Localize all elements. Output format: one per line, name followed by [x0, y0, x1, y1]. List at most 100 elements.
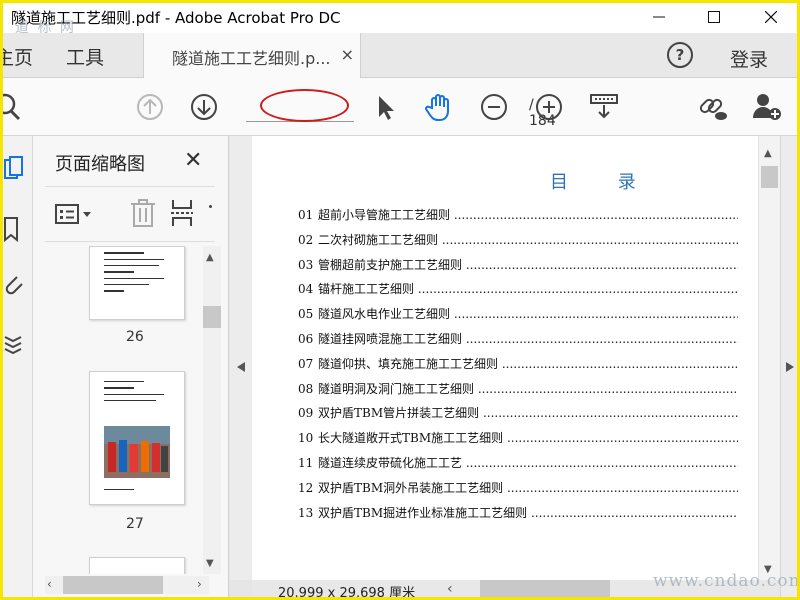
- doc-heading: 目 录: [550, 172, 658, 193]
- toc-item-number: 13: [298, 505, 314, 520]
- toc-item-title: 隧道明洞及洞门施工工艺细则: [318, 381, 475, 396]
- login-button[interactable]: 登录: [730, 45, 768, 72]
- toc-item-title: 双护盾TBM掘进作业标准施工工艺细则: [318, 505, 528, 520]
- doc-scroll-thumb[interactable]: [761, 166, 778, 188]
- toc-item-title: 双护盾TBM管片拼装工艺细则: [318, 406, 480, 421]
- close-window-button[interactable]: [748, 3, 794, 31]
- tab-bar: 主页 工具 隧道施工工艺细则.p... × ? 登录: [3, 33, 797, 78]
- toc-item-number: 04: [298, 282, 314, 297]
- watermark-bottom: www.cndao.com: [653, 571, 800, 591]
- toc-leader-dots: ........................................…: [465, 332, 738, 346]
- maximize-button[interactable]: [691, 3, 737, 31]
- insert-page-icon[interactable]: [169, 198, 199, 228]
- scroll-left-icon[interactable]: ‹: [47, 577, 52, 591]
- bookmarks-icon[interactable]: [3, 216, 27, 242]
- search-icon[interactable]: [0, 91, 25, 123]
- toc-leader-dots: ........................................…: [530, 505, 738, 520]
- more-options-icon[interactable]: [209, 205, 212, 208]
- status-hscroll-thumb[interactable]: [480, 580, 610, 597]
- toc-item[interactable]: 03 管棚超前支护施工工艺细则 .........................…: [298, 256, 738, 273]
- toc-item[interactable]: 10 长大隧道敞开式TBM施工工艺细则 .....................…: [298, 429, 738, 446]
- toc-item-title: 二次衬砌施工工艺细则: [318, 232, 439, 247]
- toc-item-number: 11: [298, 456, 314, 470]
- share-link-icon[interactable]: [696, 91, 728, 123]
- add-user-icon[interactable]: [751, 91, 783, 123]
- toc-item-title: 锚杆施工工艺细则: [318, 282, 415, 297]
- panel-close-icon[interactable]: ✕: [184, 148, 202, 173]
- toc-leader-dots: ........................................…: [465, 456, 738, 470]
- toc-item-number: 12: [298, 480, 314, 495]
- close-icon: [765, 11, 777, 23]
- toc-item[interactable]: 04 锚杆施工工艺细则 .............................…: [298, 280, 738, 297]
- toc-item-number: 10: [298, 431, 314, 446]
- page-thumbnails-icon[interactable]: [3, 156, 27, 182]
- maximize-icon: [708, 11, 720, 23]
- tab-home[interactable]: 主页: [3, 43, 33, 70]
- toc-item-title: 隧道挂网喷混施工工艺细则: [318, 332, 463, 346]
- document-view[interactable]: 目 录 01 超前小导管施工工艺细则 ......................…: [252, 136, 758, 580]
- page-display-icon[interactable]: [588, 91, 620, 123]
- thumbnail-page-27[interactable]: [89, 371, 185, 505]
- thumbnail-number-27: 27: [126, 516, 144, 532]
- attachments-icon[interactable]: [3, 271, 27, 297]
- collapse-right-pane[interactable]: [780, 136, 797, 597]
- minimize-button[interactable]: [636, 3, 682, 31]
- toc-leader-dots: ........................................…: [453, 307, 738, 322]
- toc-item-number: 02: [298, 232, 314, 247]
- thumbnail-hscroll-thumb[interactable]: [63, 576, 163, 594]
- document-tab-label: 隧道施工工艺细则.p...: [172, 49, 331, 68]
- thumbnail-number-26: 26: [126, 329, 144, 345]
- page-size-text: 20.999 x 29.698 厘米: [278, 586, 416, 600]
- zoom-out-icon[interactable]: [478, 91, 510, 123]
- select-cursor-icon[interactable]: [369, 91, 401, 123]
- zoom-in-icon[interactable]: [533, 91, 565, 123]
- toc-item[interactable]: 13 双护盾TBM掘进作业标准施工工艺细则 ...................…: [298, 504, 738, 521]
- toc-item[interactable]: 02 二次衬砌施工工艺细则 ...........................…: [298, 231, 738, 248]
- toc-item-number: 06: [298, 332, 314, 346]
- left-rail: [3, 136, 33, 597]
- thumbnail-scroll-thumb[interactable]: [203, 306, 221, 328]
- toc-leader-dots: ........................................…: [441, 232, 738, 247]
- hand-tool-icon[interactable]: [423, 91, 455, 123]
- prev-page-icon[interactable]: [134, 91, 166, 123]
- close-tab-icon[interactable]: ×: [341, 45, 354, 64]
- panel-toolbar: [45, 186, 215, 242]
- thumbnail-hscrollbar[interactable]: ‹ ›: [45, 576, 209, 594]
- thumbnail-page-28[interactable]: [89, 557, 185, 574]
- tab-tools[interactable]: 工具: [66, 43, 104, 70]
- collapse-left-pane[interactable]: [230, 136, 252, 580]
- scroll-right-icon[interactable]: ›: [197, 577, 202, 591]
- toc-item[interactable]: 05 隧道风水电作业工艺细则 ..........................…: [298, 305, 738, 322]
- toc-item[interactable]: 01 超前小导管施工工艺细则 ..........................…: [298, 206, 738, 223]
- help-icon[interactable]: ?: [667, 42, 693, 68]
- toc-item[interactable]: 12 双护盾TBM洞外吊装施工工艺细则 .....................…: [298, 479, 738, 496]
- toc-item-title: 管棚超前支护施工工艺细则: [318, 257, 463, 272]
- doc-scroll-up-icon[interactable]: ▲: [764, 148, 772, 159]
- toc-item[interactable]: 06 隧道挂网喷混施工工艺细则 .........................…: [298, 330, 738, 347]
- toc-item[interactable]: 08 隧道明洞及洞门施工工艺细则 ........................…: [298, 380, 738, 397]
- toc-item-number: 08: [298, 381, 314, 396]
- chevron-right-icon: [786, 362, 794, 372]
- toc-item-title: 隧道连续皮带硫化施工工艺: [318, 456, 463, 470]
- toolbar: / 184: [3, 78, 797, 136]
- toc-item[interactable]: 09 双护盾TBM管片拼装工艺细则 .......................…: [298, 404, 738, 421]
- thumbnail-options-icon[interactable]: [55, 201, 99, 229]
- tab-document[interactable]: 隧道施工工艺细则.p... ×: [143, 33, 361, 78]
- panel-title: 页面缩略图: [55, 154, 145, 175]
- thumbnail-panel: 页面缩略图 ✕ 26 27 ▲ ▼ ‹ ›: [33, 136, 229, 597]
- scroll-up-icon[interactable]: ▲: [206, 252, 214, 263]
- document-scrollbar[interactable]: ▲ ▼: [758, 136, 780, 580]
- layers-icon[interactable]: [3, 331, 27, 357]
- scroll-down-icon[interactable]: ▼: [206, 558, 214, 569]
- delete-icon[interactable]: [129, 198, 157, 228]
- toc-item-title: 隧道仰拱、填充施工施工工艺细则: [318, 356, 499, 371]
- thumbnail-page-26[interactable]: [89, 246, 185, 320]
- toc-item[interactable]: 11 隧道连续皮带硫化施工工艺 .........................…: [298, 454, 738, 471]
- status-scroll-left-icon[interactable]: ‹: [447, 581, 453, 597]
- toc-leader-dots: ........................................…: [477, 381, 738, 396]
- thumbnail-scrollbar[interactable]: ▲ ▼: [203, 246, 221, 574]
- toc-item[interactable]: 07 隧道仰拱、填充施工施工工艺细则 ......................…: [298, 355, 738, 372]
- toc-leader-dots: ........................................…: [465, 257, 738, 272]
- next-page-icon[interactable]: [188, 91, 220, 123]
- toc-item-number: 09: [298, 406, 314, 421]
